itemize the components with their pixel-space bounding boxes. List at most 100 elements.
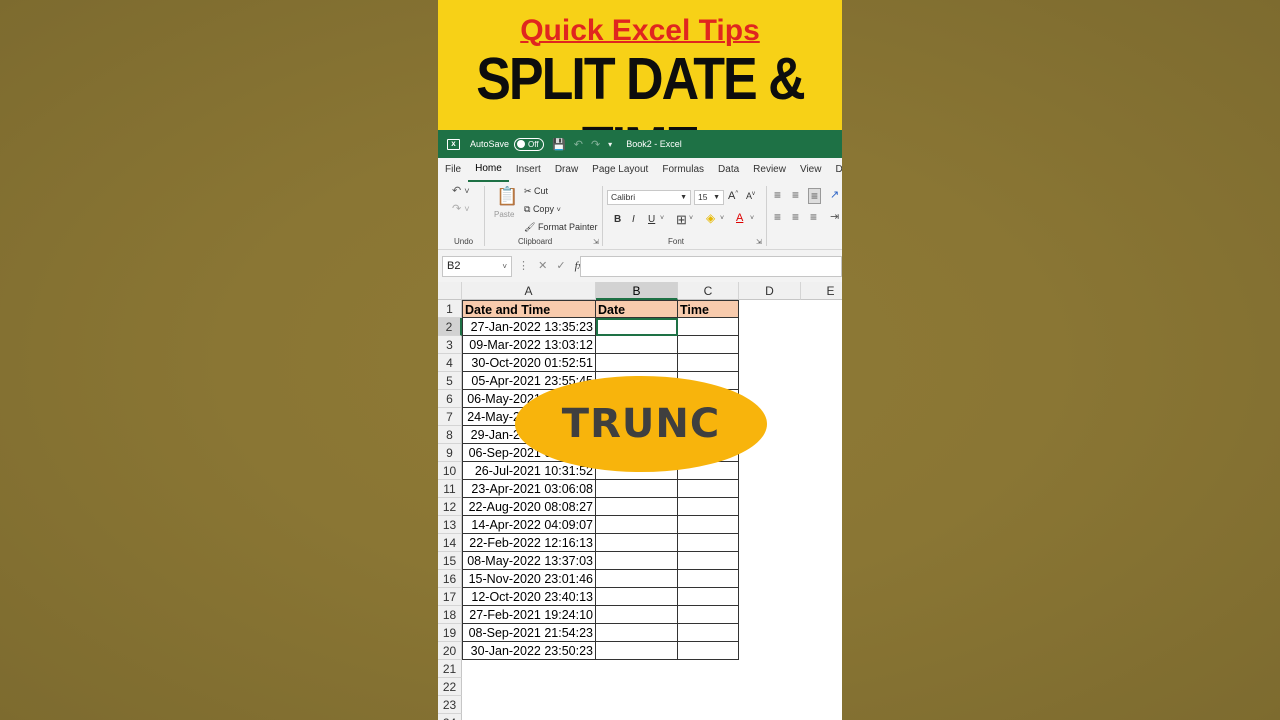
borders-icon[interactable]: ⊞ [676, 212, 687, 228]
date-cell[interactable] [596, 624, 678, 642]
enter-icon[interactable]: ✓ [556, 260, 565, 272]
customize-toolbar-icon[interactable]: ▾ [608, 140, 612, 149]
time-cell[interactable] [678, 552, 739, 570]
row-header[interactable]: 11 [438, 480, 462, 498]
paste-icon[interactable]: 📋 [496, 186, 518, 207]
font-name-select[interactable]: Calibri ▼ [607, 190, 691, 205]
time-cell[interactable] [678, 318, 739, 336]
save-icon[interactable]: 💾 [552, 138, 566, 151]
time-cell[interactable] [678, 498, 739, 516]
row-header[interactable]: 24 [438, 714, 462, 720]
row-header[interactable]: 8 [438, 426, 462, 444]
row-header[interactable]: 7 [438, 408, 462, 426]
indent-icon[interactable]: ⇥ [830, 210, 839, 223]
redo-icon[interactable]: ↷ [591, 138, 600, 151]
time-cell[interactable] [678, 516, 739, 534]
redo-button-icon[interactable]: ↷ ˅ [452, 202, 470, 215]
font-launcher-icon[interactable]: ⇲ [756, 238, 762, 246]
datetime-cell[interactable]: 09-Mar-2022 13:03:12 [462, 336, 596, 354]
date-cell[interactable] [596, 516, 678, 534]
column-header-b[interactable]: B [596, 282, 678, 300]
row-header[interactable]: 16 [438, 570, 462, 588]
cut-button[interactable]: ✂ Cut [524, 186, 548, 197]
chevron-down-icon[interactable]: ˅ [750, 215, 754, 222]
row-header[interactable]: 15 [438, 552, 462, 570]
select-all-corner[interactable] [438, 282, 462, 300]
datetime-cell[interactable]: 30-Jan-2022 23:50:23 [462, 642, 596, 660]
tab-formulas[interactable]: Formulas [655, 158, 711, 182]
datetime-cell[interactable]: 27-Jan-2022 13:35:23 [462, 318, 596, 336]
datetime-cell[interactable]: 12-Oct-2020 23:40:13 [462, 588, 596, 606]
date-cell[interactable] [596, 570, 678, 588]
time-cell[interactable] [678, 606, 739, 624]
formula-input[interactable] [580, 256, 842, 277]
chevron-down-icon[interactable]: ˅ [660, 215, 664, 222]
date-cell[interactable] [596, 336, 678, 354]
tab-page-layout[interactable]: Page Layout [585, 158, 655, 182]
date-cell[interactable] [596, 552, 678, 570]
align-top-icon[interactable]: ≡ [774, 188, 781, 202]
row-header[interactable]: 22 [438, 678, 462, 696]
column-header-c[interactable]: C [678, 282, 739, 300]
date-cell[interactable] [596, 588, 678, 606]
time-cell[interactable] [678, 570, 739, 588]
orientation-icon[interactable]: ↗ [830, 188, 839, 201]
datetime-cell[interactable]: 15-Nov-2020 23:01:46 [462, 570, 596, 588]
tab-review[interactable]: Review [746, 158, 793, 182]
row-header[interactable]: 2 [438, 318, 462, 336]
row-header[interactable]: 14 [438, 534, 462, 552]
time-cell[interactable] [678, 354, 739, 372]
row-header[interactable]: 10 [438, 462, 462, 480]
align-bottom-icon[interactable]: ≡ [808, 188, 822, 204]
tab-draw[interactable]: Draw [548, 158, 585, 182]
time-cell[interactable] [678, 642, 739, 660]
tab-insert[interactable]: Insert [509, 158, 548, 182]
datetime-cell[interactable]: 27-Feb-2021 19:24:10 [462, 606, 596, 624]
datetime-cell[interactable]: 08-May-2022 13:37:03 [462, 552, 596, 570]
row-header[interactable]: 9 [438, 444, 462, 462]
decrease-font-icon[interactable]: Av [746, 191, 755, 201]
cancel-icon[interactable]: ✕ [538, 260, 547, 272]
chevron-down-icon[interactable]: ˅ [720, 215, 724, 222]
row-header[interactable]: 21 [438, 660, 462, 678]
name-box[interactable]: B2 ˅ [442, 256, 512, 277]
row-header[interactable]: 12 [438, 498, 462, 516]
datetime-cell[interactable]: 30-Oct-2020 01:52:51 [462, 354, 596, 372]
row-header[interactable]: 20 [438, 642, 462, 660]
row-header[interactable]: 4 [438, 354, 462, 372]
row-header[interactable]: 6 [438, 390, 462, 408]
copy-button[interactable]: ⧉ Copy ˅ [524, 204, 561, 215]
tab-view[interactable]: View [793, 158, 829, 182]
tab-home[interactable]: Home [468, 158, 509, 182]
header-cell-a1[interactable]: Date and Time [462, 300, 596, 318]
tab-data[interactable]: Data [711, 158, 746, 182]
clipboard-launcher-icon[interactable]: ⇲ [593, 238, 599, 246]
row-header[interactable]: 23 [438, 696, 462, 714]
datetime-cell[interactable]: 22-Feb-2022 12:16:13 [462, 534, 596, 552]
header-cell-b1[interactable]: Date [596, 300, 678, 318]
datetime-cell[interactable]: 14-Apr-2022 04:09:07 [462, 516, 596, 534]
time-cell[interactable] [678, 588, 739, 606]
column-header-d[interactable]: D [739, 282, 801, 300]
paste-label[interactable]: Paste [494, 210, 514, 219]
format-painter-button[interactable]: 🖌 Format Painter [524, 222, 597, 233]
autosave-toggle[interactable]: Off [514, 137, 545, 151]
undo-icon[interactable]: ↶ [574, 138, 583, 151]
row-header[interactable]: 3 [438, 336, 462, 354]
bold-button[interactable]: B [614, 214, 621, 225]
row-header[interactable]: 5 [438, 372, 462, 390]
row-header[interactable]: 13 [438, 516, 462, 534]
date-cell[interactable] [596, 354, 678, 372]
column-header-e[interactable]: E [801, 282, 842, 300]
tab-file[interactable]: File [438, 158, 468, 182]
column-header-a[interactable]: A [462, 282, 596, 300]
time-cell[interactable] [678, 624, 739, 642]
time-cell[interactable] [678, 336, 739, 354]
align-left-icon[interactable]: ≡ [774, 210, 781, 224]
font-color-icon[interactable]: A [736, 212, 743, 224]
align-center-icon[interactable]: ≡ [792, 210, 799, 224]
datetime-cell[interactable]: 23-Apr-2021 03:06:08 [462, 480, 596, 498]
datetime-cell[interactable]: 08-Sep-2021 21:54:23 [462, 624, 596, 642]
tab-developer[interactable]: Devel [828, 158, 842, 182]
date-cell[interactable] [596, 498, 678, 516]
